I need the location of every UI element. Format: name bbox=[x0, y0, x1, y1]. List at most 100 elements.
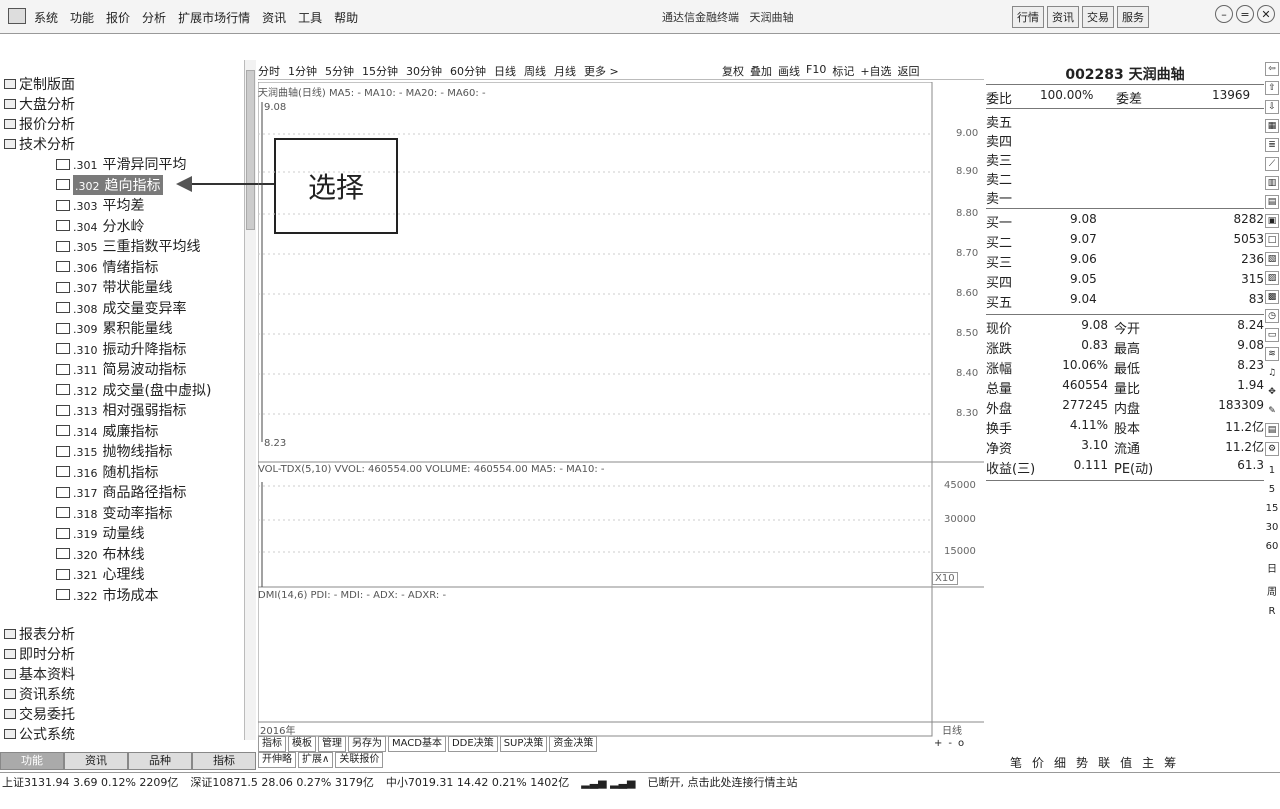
period-shortcut[interactable]: 30 bbox=[1266, 522, 1279, 533]
period-shortcut[interactable]: 周 bbox=[1267, 583, 1277, 598]
ext-tab[interactable]: 关联报价 bbox=[335, 752, 384, 768]
tree-item-info[interactable]: 资讯系统 bbox=[4, 684, 75, 704]
restore-icon[interactable]: = bbox=[1236, 5, 1254, 23]
chart-icon[interactable]: ⟋ bbox=[1265, 157, 1279, 171]
menu-system[interactable]: 系统 bbox=[34, 9, 58, 26]
chart-tool-button[interactable]: 画线 bbox=[778, 63, 800, 79]
tree-item-market[interactable]: 大盘分析 bbox=[4, 94, 75, 114]
tree-item-tech-315[interactable]: .315 抛物线指标 bbox=[56, 441, 173, 461]
period-tab[interactable]: 分时 bbox=[258, 63, 280, 79]
down-icon[interactable]: ⇩ bbox=[1265, 100, 1279, 114]
btn-news[interactable]: 资讯 bbox=[1047, 6, 1079, 28]
tree-item-basic[interactable]: 基本资料 bbox=[4, 664, 75, 684]
f10-icon[interactable]: ▤ bbox=[1265, 195, 1279, 209]
scroll-thumb[interactable] bbox=[246, 70, 255, 230]
tree-item-tech-310[interactable]: .310 振动升降指标 bbox=[56, 339, 187, 359]
chart-tool-button[interactable]: 标记 bbox=[832, 63, 854, 79]
tree-scrollbar[interactable] bbox=[244, 60, 256, 740]
period-shortcut[interactable]: 60 bbox=[1266, 541, 1279, 552]
index-sz[interactable]: 深证10871.5 28.06 0.27% 3179亿 bbox=[190, 773, 373, 794]
tree-item-tech-301[interactable]: .301 平滑异同平均 bbox=[56, 154, 187, 174]
grid-icon[interactable]: ▦ bbox=[1265, 119, 1279, 133]
up-icon[interactable]: ⇧ bbox=[1265, 81, 1279, 95]
btn-trade[interactable]: 交易 bbox=[1082, 6, 1114, 28]
indicator-tab[interactable]: 资金决策 bbox=[549, 736, 598, 752]
indicator-tab[interactable]: 管理 bbox=[318, 736, 346, 752]
fund-icon[interactable]: ▣ bbox=[1265, 214, 1279, 228]
index-sh[interactable]: 上证3131.94 3.69 0.12% 2209亿 bbox=[2, 773, 178, 794]
tree-item-tech-316[interactable]: .316 随机指标 bbox=[56, 462, 159, 482]
tree-item-tech-307[interactable]: .307 带状能量线 bbox=[56, 277, 173, 297]
tree-item-trade[interactable]: 交易委托 bbox=[4, 704, 75, 724]
period-tab[interactable]: 30分钟 bbox=[406, 63, 442, 79]
quote-tab[interactable]: 势 bbox=[1076, 754, 1088, 771]
zoom-reset-button[interactable]: o bbox=[958, 738, 964, 749]
bell-icon[interactable]: ♫ bbox=[1265, 366, 1279, 380]
tab-function[interactable]: 功能 bbox=[0, 752, 64, 770]
tree-item-report[interactable]: 报表分析 bbox=[4, 624, 75, 644]
table-icon[interactable]: ▧ bbox=[1265, 252, 1279, 266]
period-tab[interactable]: 更多 > bbox=[584, 63, 619, 79]
period-tab[interactable]: 月线 bbox=[554, 63, 576, 79]
tree-item-tech-308[interactable]: .308 成交量变异率 bbox=[56, 298, 187, 318]
btn-market[interactable]: 行情 bbox=[1012, 6, 1044, 28]
quote-tab[interactable]: 细 bbox=[1054, 754, 1066, 771]
indicator-tab[interactable]: 指标 bbox=[258, 736, 286, 752]
chart-tool-button[interactable]: F10 bbox=[806, 63, 826, 79]
period-tab[interactable]: 5分钟 bbox=[325, 63, 354, 79]
chart-tool-button[interactable]: 叠加 bbox=[750, 63, 772, 79]
ps-icon[interactable]: ▤ bbox=[1265, 423, 1279, 437]
period-tab[interactable]: 周线 bbox=[524, 63, 546, 79]
clock-icon[interactable]: ◷ bbox=[1265, 309, 1279, 323]
tree-item-tech-314[interactable]: .314 威廉指标 bbox=[56, 421, 159, 441]
tab-indicator[interactable]: 指标 bbox=[192, 752, 256, 770]
tree-item-tech-309[interactable]: .309 累积能量线 bbox=[56, 318, 173, 338]
tree-item-tech-303[interactable]: .303 平均差 bbox=[56, 195, 145, 215]
menu-ext-market[interactable]: 扩展市场行情 bbox=[178, 9, 250, 26]
tree-item-tech-311[interactable]: .311 简易波动指标 bbox=[56, 359, 187, 379]
tree-item-tech-302[interactable]: .302 趋向指标 bbox=[56, 174, 163, 195]
menu-tools[interactable]: 工具 bbox=[298, 9, 322, 26]
tree-item-tech-306[interactable]: .306 情绪指标 bbox=[56, 257, 159, 277]
period-tab[interactable]: 60分钟 bbox=[450, 63, 486, 79]
tree-item-tech-304[interactable]: .304 分水岭 bbox=[56, 216, 145, 236]
tab-news[interactable]: 资讯 bbox=[64, 752, 128, 770]
zoom-in-button[interactable]: + bbox=[934, 738, 942, 749]
ruler-icon[interactable]: ▭ bbox=[1265, 328, 1279, 342]
quote-tab[interactable]: 价 bbox=[1032, 754, 1044, 771]
tab-variety[interactable]: 品种 bbox=[128, 752, 192, 770]
menu-function[interactable]: 功能 bbox=[70, 9, 94, 26]
quote-tab[interactable]: 联 bbox=[1098, 754, 1110, 771]
index-sme[interactable]: 中小7019.31 14.42 0.21% 1402亿 bbox=[386, 773, 569, 794]
tree-item-realtime[interactable]: 即时分析 bbox=[4, 644, 75, 664]
tree-item-tech-312[interactable]: .312 成交量(盘中虚拟) bbox=[56, 380, 211, 400]
tree-item-tech-317[interactable]: .317 商品路径指标 bbox=[56, 482, 187, 502]
btn-service[interactable]: 服务 bbox=[1117, 6, 1149, 28]
tree-item-tech-313[interactable]: .313 相对强弱指标 bbox=[56, 400, 187, 420]
period-shortcut[interactable]: 日 bbox=[1267, 560, 1277, 575]
tree-item-tech-319[interactable]: .319 动量线 bbox=[56, 523, 145, 543]
period-tab[interactable]: 15分钟 bbox=[362, 63, 398, 79]
pen-icon[interactable]: ✎ bbox=[1265, 404, 1279, 418]
period-shortcut[interactable]: 15 bbox=[1266, 503, 1279, 514]
quote-tab[interactable]: 值 bbox=[1120, 754, 1132, 771]
period-tab[interactable]: 日线 bbox=[494, 63, 516, 79]
menu-help[interactable]: 帮助 bbox=[334, 9, 358, 26]
quote-tab[interactable]: 筹 bbox=[1164, 754, 1176, 771]
indicator-tab[interactable]: 另存为 bbox=[348, 736, 386, 752]
tree-item-custom[interactable]: 定制版面 bbox=[4, 74, 75, 94]
connection-status[interactable]: 已断开, 点击此处连接行情主站 bbox=[648, 773, 798, 794]
tree-item-quote[interactable]: 报价分析 bbox=[4, 114, 75, 134]
period-shortcut[interactable]: 5 bbox=[1269, 484, 1275, 495]
ext-tab[interactable]: 扩展∧ bbox=[298, 752, 334, 768]
menu-quote[interactable]: 报价 bbox=[106, 9, 130, 26]
chart-tool-button[interactable]: +自选 bbox=[860, 63, 891, 79]
zoom-out-button[interactable]: - bbox=[948, 738, 952, 749]
tree-item-tech[interactable]: 技术分析 bbox=[4, 134, 75, 154]
window-icon[interactable]: □ bbox=[1265, 233, 1279, 247]
news-icon[interactable]: ▨ bbox=[1265, 271, 1279, 285]
tree-item-tech-321[interactable]: .321 心理线 bbox=[56, 564, 145, 584]
quote-tab[interactable]: 主 bbox=[1142, 754, 1154, 771]
indicator-tab[interactable]: DDE决策 bbox=[447, 736, 498, 752]
menu-news[interactable]: 资讯 bbox=[262, 9, 286, 26]
